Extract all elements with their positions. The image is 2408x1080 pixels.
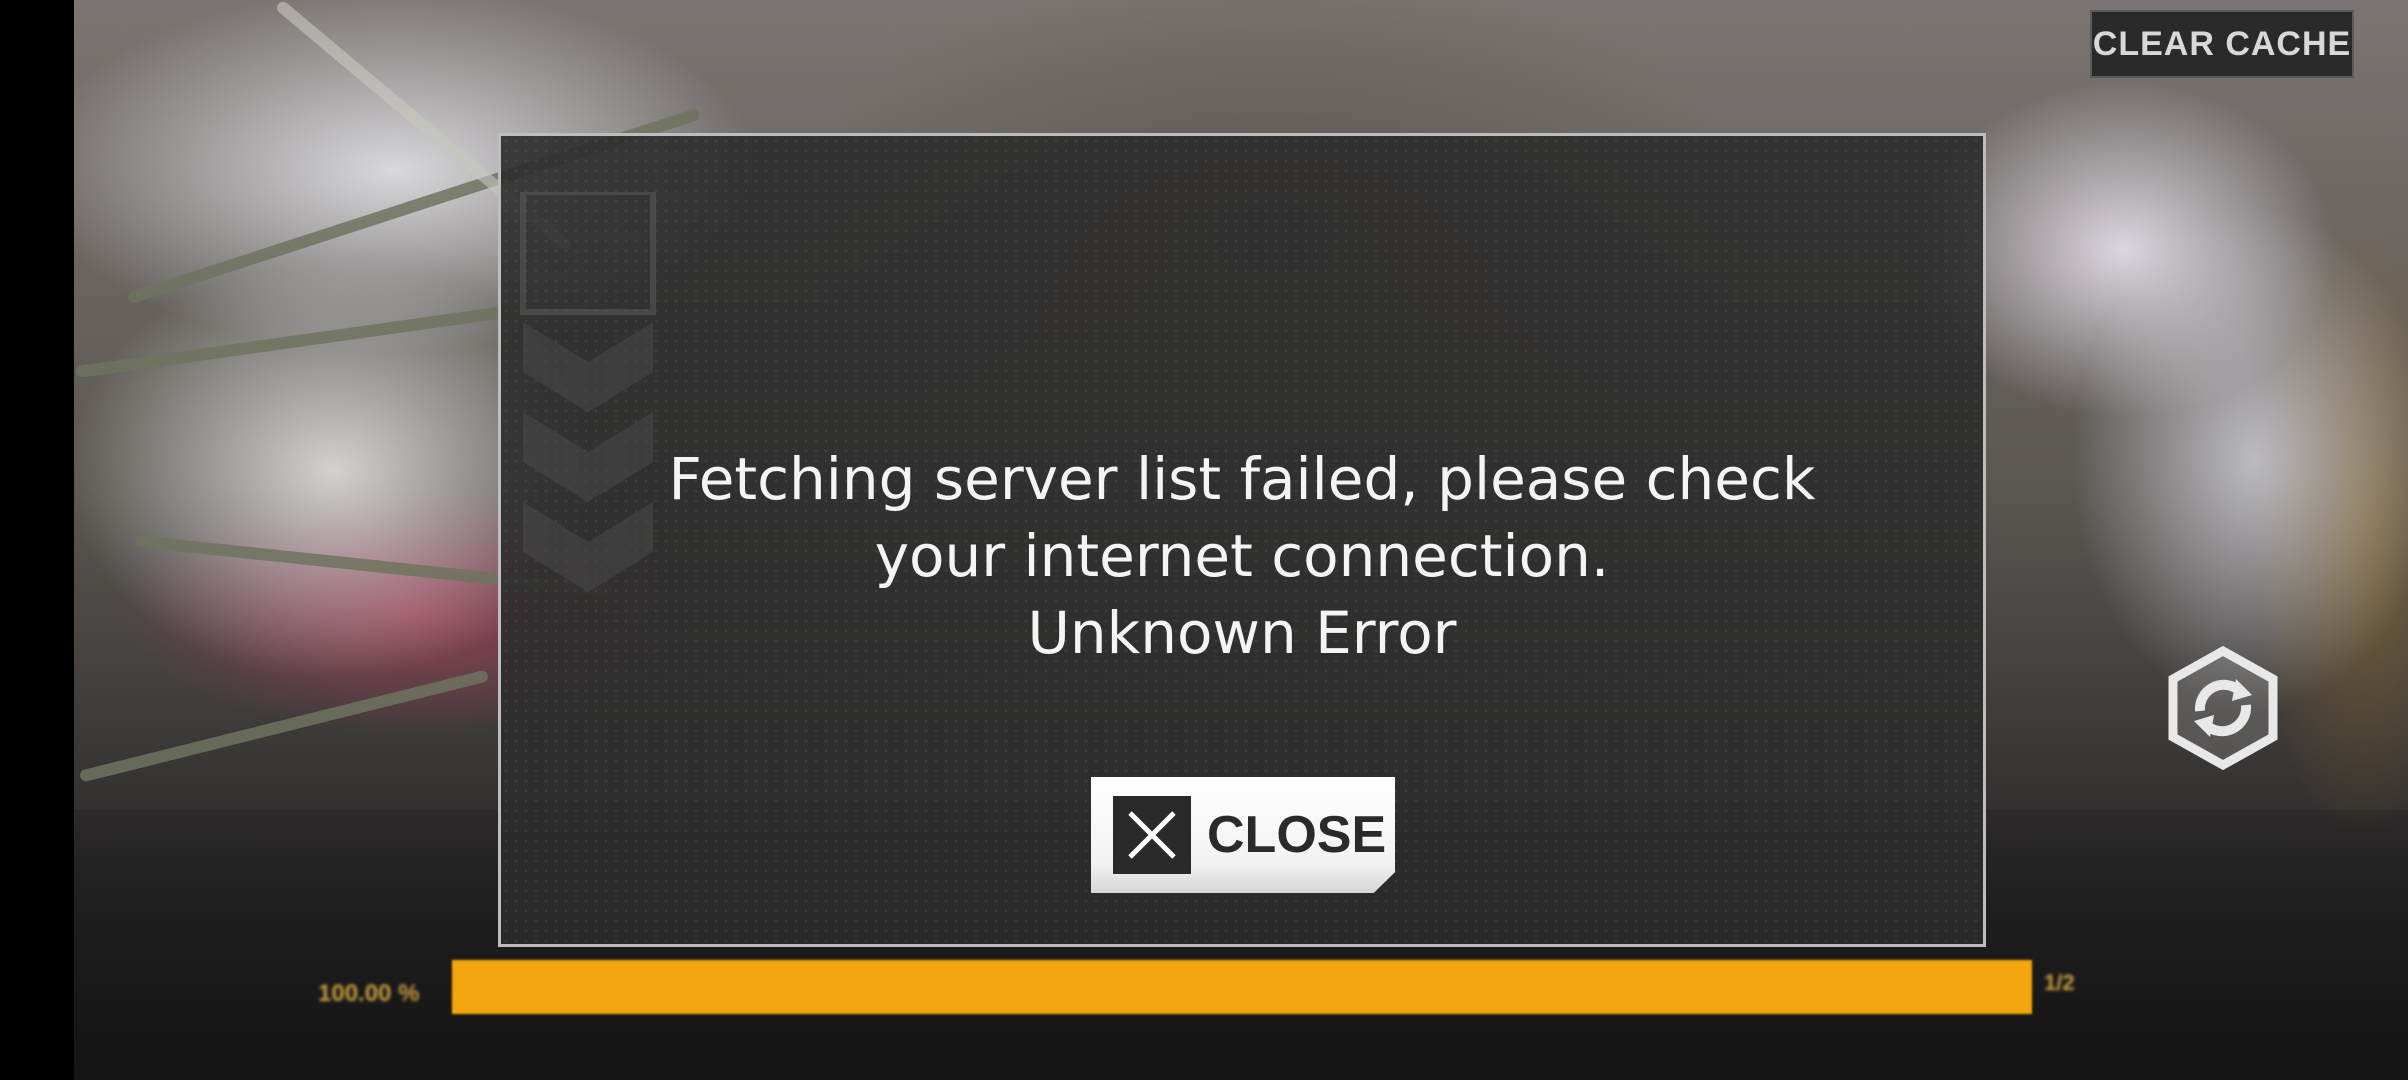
close-button[interactable]: CLOSE	[1091, 777, 1395, 893]
error-message-line: Fetching server list failed, please chec…	[668, 445, 1816, 513]
error-dialog: Fetching server list failed, please chec…	[498, 133, 1986, 947]
loading-progress-bar	[452, 960, 2032, 1014]
close-button-label: CLOSE	[1207, 806, 1387, 864]
left-black-bar	[0, 0, 74, 1080]
loading-percent: 100.00 %	[318, 980, 420, 1007]
clear-cache-button[interactable]: CLEAR CACHE	[2090, 10, 2354, 78]
hexagon-refresh-icon[interactable]	[2160, 645, 2286, 771]
loading-progress-fill	[452, 960, 2032, 1014]
background-strand	[78, 669, 490, 783]
loading-step-count: 1/2	[2044, 970, 2075, 995]
close-x-icon	[1113, 796, 1191, 874]
error-message-line: your internet connection.	[874, 522, 1610, 590]
error-detail: Unknown Error	[1027, 599, 1457, 667]
error-message: Fetching server list failed, please chec…	[501, 441, 1983, 672]
